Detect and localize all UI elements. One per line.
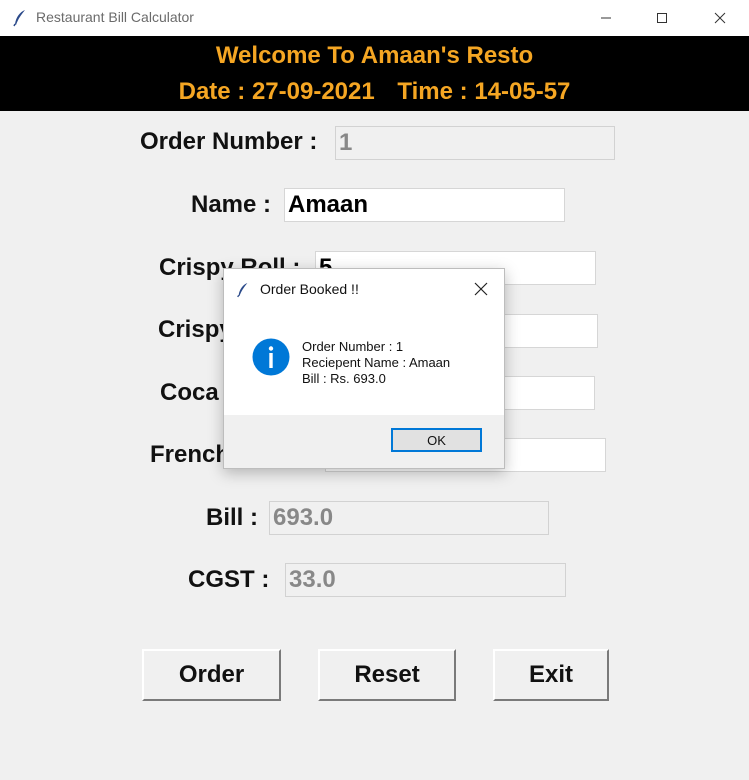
crispy-second-label: Crispy [158, 316, 233, 343]
coca-label: Coca [160, 379, 219, 406]
name-label: Name : [191, 191, 272, 218]
dialog-line-order-number: Order Number : 1 [302, 339, 404, 354]
french-label: French [150, 441, 231, 468]
maximize-button[interactable] [639, 0, 685, 36]
welcome-heading: Welcome To Amaan's Resto [215, 42, 534, 69]
exit-button[interactable]: Exit [493, 649, 609, 701]
bill-label: Bill : [206, 504, 258, 531]
order-number-field[interactable]: 1 [335, 126, 615, 160]
close-button[interactable] [697, 0, 743, 36]
dialog-line-bill: Bill : Rs. 693.0 [302, 371, 386, 386]
header-banner: Welcome To Amaan's Resto Date : 27-09-20… [0, 36, 749, 111]
dialog-footer: OK [224, 415, 504, 468]
close-icon [714, 12, 726, 24]
window-titlebar: Restaurant Bill Calculator [0, 0, 749, 36]
dialog-message: Order Number : 1 Reciepent Name : Amaan … [302, 339, 450, 387]
feather-icon [237, 283, 248, 298]
date-time-line: Date : 27-09-2021 Time : 14-05-57 [0, 78, 749, 106]
info-icon [252, 338, 290, 376]
minimize-button[interactable] [583, 0, 629, 36]
maximize-icon [657, 13, 667, 23]
reset-button[interactable]: Reset [318, 649, 456, 701]
feather-icon [13, 10, 25, 27]
cgst-label: CGST : [188, 566, 270, 593]
window-title: Restaurant Bill Calculator [36, 9, 194, 25]
name-field[interactable]: Amaan [284, 188, 565, 222]
cgst-field[interactable]: 33.0 [285, 563, 566, 597]
order-booked-dialog: Order Booked !! Order Number : 1 Reciepe… [223, 268, 505, 469]
minimize-icon [601, 17, 611, 19]
order-number-label: Order Number : [140, 128, 318, 155]
time-text: Time : 14-05-57 [397, 78, 571, 105]
ok-button[interactable]: OK [391, 428, 482, 452]
dialog-title: Order Booked !! [260, 281, 359, 297]
dialog-close-button[interactable] [472, 280, 490, 298]
bill-field[interactable]: 693.0 [269, 501, 549, 535]
order-button[interactable]: Order [142, 649, 281, 701]
dialog-line-recipient: Reciepent Name : Amaan [302, 355, 451, 370]
close-icon [474, 282, 488, 296]
date-text: Date : 27-09-2021 [178, 78, 375, 105]
